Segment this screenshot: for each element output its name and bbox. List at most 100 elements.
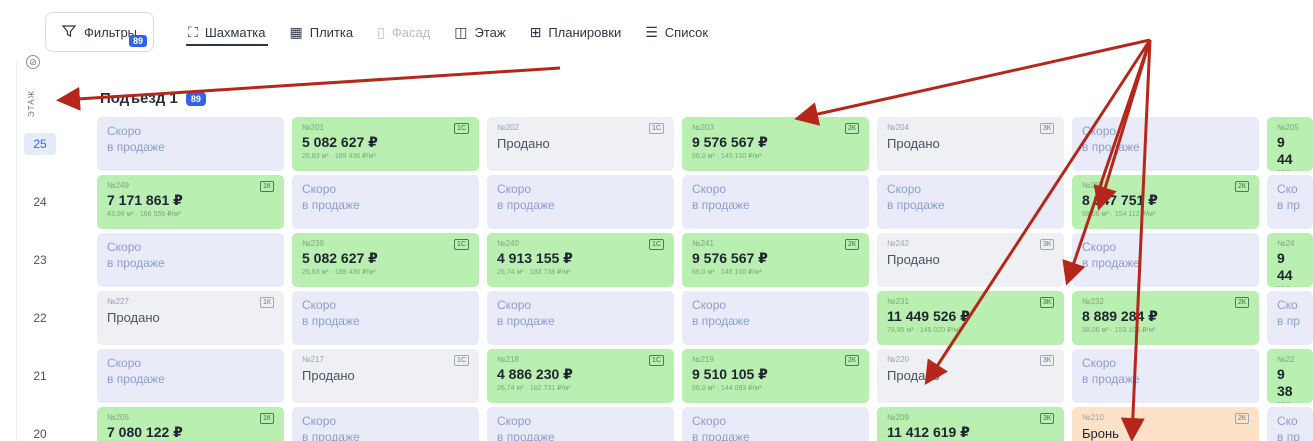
compass-icon[interactable]: ⊘ xyxy=(26,55,40,69)
apartment-cell[interactable]: №24 9 44 57,8 м xyxy=(1267,233,1313,287)
apartment-meta: 78,95 м² · 145 020 ₽/м² xyxy=(887,327,961,334)
apartment-cell[interactable]: №218 1С 4 886 230 ₽ 26,74 м² · 182 731 ₽/м² xyxy=(487,349,674,403)
apartment-cell[interactable]: Скоро в продаже xyxy=(487,407,674,441)
apartment-number: №254 xyxy=(1082,181,1104,190)
apartment-price: 9 44 xyxy=(1277,134,1293,167)
apartment-status: Продано xyxy=(887,368,940,383)
tab-label: Список xyxy=(664,24,709,40)
apartment-meta: 26,83 м² · 189 436 ₽/м² xyxy=(302,269,376,276)
apartment-cell[interactable]: №242 3К Продано xyxy=(877,233,1064,287)
apartment-cell[interactable]: №220 3К Продано xyxy=(877,349,1064,403)
apartment-cell[interactable]: Скоро в продаже xyxy=(1072,117,1259,171)
tab-facade: ▯ Фасад xyxy=(365,12,442,52)
soon-status-sub: в продаже xyxy=(302,314,360,328)
apartment-cell[interactable]: Скоро в продаже xyxy=(682,175,869,229)
apartment-type-badge: 2К xyxy=(845,123,859,134)
apartment-cell[interactable]: Скоро в продаже xyxy=(682,407,869,441)
filters-button[interactable]: Фильтры 89 xyxy=(45,12,155,52)
apartment-cell[interactable]: Скоро в продаже xyxy=(877,175,1064,229)
apartment-cell[interactable]: №219 2К 9 510 105 ₽ 66,0 м² · 144 093 ₽/м² xyxy=(682,349,869,403)
apartment-price: 5 082 627 ₽ xyxy=(302,250,378,266)
apartment-cell[interactable]: №203 2К 9 576 567 ₽ 66,0 м² · 145 100 ₽/м² xyxy=(682,117,869,171)
apartment-number: №249 xyxy=(107,181,129,190)
tab-label: Этаж xyxy=(474,24,506,40)
tab-chess[interactable]: ⛶ Шахматка xyxy=(176,12,278,52)
apartment-cell[interactable]: №231 3К 11 449 526 ₽ 78,95 м² · 145 020 ₽/м… xyxy=(877,291,1064,345)
apartment-number: №209 xyxy=(887,413,909,422)
apartment-number: №231 xyxy=(887,297,909,306)
apartment-cell[interactable]: №22 9 38 57,8 м xyxy=(1267,349,1313,403)
apartment-number: №239 xyxy=(302,239,324,248)
apartment-number: №204 xyxy=(887,123,909,132)
tiles-icon: ▦ xyxy=(289,23,303,40)
apartment-price: 7 171 861 ₽ xyxy=(107,192,183,208)
apartment-type-badge: 3К xyxy=(1040,239,1054,250)
apartment-cell[interactable]: №240 1С 4 913 155 ₽ 26,74 м² · 183 738 ₽/м² xyxy=(487,233,674,287)
apartment-cell[interactable]: Скоро в продаже xyxy=(97,233,284,287)
apartment-cell[interactable]: №202 1С Продано xyxy=(487,117,674,171)
soon-status: Скоро xyxy=(302,298,337,312)
apartment-cell[interactable]: №232 2К 8 889 284 ₽ 58,06 м² · 153 105 ₽/м² xyxy=(1072,291,1259,345)
apartment-type-badge: 1С xyxy=(454,355,469,366)
soon-status: Скоро xyxy=(497,414,532,428)
apartment-cell[interactable]: Ско в пр xyxy=(1267,407,1313,441)
soon-status-sub: в продаже xyxy=(1082,372,1140,386)
apartment-meta: 57,8 м xyxy=(1277,169,1303,171)
apartment-cell[interactable]: Скоро в продаже xyxy=(487,291,674,345)
apartment-number: №205 xyxy=(107,413,129,422)
tab-layouts[interactable]: ⊞ Планировки xyxy=(518,12,634,52)
apartment-cell[interactable]: №209 3К 11 412 619 ₽ xyxy=(877,407,1064,441)
apartment-cell[interactable]: №241 2К 9 576 567 ₽ 66,0 м² · 145 100 ₽/м² xyxy=(682,233,869,287)
apartment-cell[interactable]: №205 9 44 57,8 м xyxy=(1267,117,1313,171)
soon-status: Скоро xyxy=(107,356,142,370)
apartment-cell[interactable]: №205 1К 7 080 122 ₽ xyxy=(97,407,284,441)
soon-status: Ско xyxy=(1277,298,1298,312)
apartment-cell[interactable]: Скоро в продаже xyxy=(292,407,479,441)
apartment-cell[interactable]: Скоро в продаже xyxy=(292,291,479,345)
apartment-cell[interactable]: №227 1К Продано xyxy=(97,291,284,345)
apartment-price: 9 44 xyxy=(1277,250,1293,283)
apartment-cell[interactable]: Ско в пр xyxy=(1267,291,1313,345)
apartment-number: №227 xyxy=(107,297,129,306)
apartment-cell[interactable]: Ско в пр xyxy=(1267,175,1313,229)
soon-status: Ско xyxy=(1277,414,1298,428)
apartment-cell[interactable]: №254 2К 8 947 751 ₽ 58,06 м² · 154 112 ₽/м² xyxy=(1072,175,1259,229)
arrow-to-apartment-203 xyxy=(794,38,1151,126)
apartment-type-badge: 3К xyxy=(1040,355,1054,366)
apartment-cell[interactable]: №217 1С Продано xyxy=(292,349,479,403)
apartment-cell[interactable]: Скоро в продаже xyxy=(1072,349,1259,403)
apartment-cell[interactable]: Скоро в продаже xyxy=(97,117,284,171)
apartment-price: 9 38 xyxy=(1277,366,1293,399)
apartment-meta: 57,8 м xyxy=(1277,285,1303,287)
tab-tiles[interactable]: ▦ Плитка xyxy=(278,12,366,52)
tab-list[interactable]: ☰ Список xyxy=(633,12,720,52)
apartment-cell[interactable]: №204 3К Продано xyxy=(877,117,1064,171)
apartment-cell[interactable]: Скоро в продаже xyxy=(292,175,479,229)
apartment-cell[interactable]: Скоро в продаже xyxy=(1072,233,1259,287)
layouts-icon: ⊞ xyxy=(529,23,542,40)
soon-status: Скоро xyxy=(107,124,142,138)
apartment-cell[interactable]: Скоро в продаже xyxy=(97,349,284,403)
apartment-number: №24 xyxy=(1277,239,1295,248)
soon-status-sub: в продаже xyxy=(302,198,360,212)
apartment-price: 7 080 122 ₽ xyxy=(107,424,183,440)
apartment-number: №242 xyxy=(887,239,909,248)
apartment-cell[interactable]: №249 1К 7 171 861 ₽ 43,06 м² · 166 555 ₽/м² xyxy=(97,175,284,229)
apartment-type-badge: 1С xyxy=(649,123,664,134)
floor-number: 25 xyxy=(24,133,56,155)
apartment-cell[interactable]: №210 2К Бронь xyxy=(1072,407,1259,441)
apartment-number: №241 xyxy=(692,239,714,248)
apartment-number: №202 xyxy=(497,123,519,132)
apartment-cell[interactable]: Скоро в продаже xyxy=(487,175,674,229)
apartment-cell[interactable]: №201 1С 5 082 627 ₽ 26,83 м² · 189 436 ₽/м² xyxy=(292,117,479,171)
soon-status-sub: в продаже xyxy=(887,198,945,212)
apartment-type-badge: 2К xyxy=(845,355,859,366)
soon-status: Скоро xyxy=(692,182,727,196)
floor-icon: ◫ xyxy=(454,23,468,40)
apartment-status: Продано xyxy=(107,310,160,325)
tab-floor[interactable]: ◫ Этаж xyxy=(442,12,517,52)
apartment-cell[interactable]: №239 1С 5 082 627 ₽ 26,83 м² · 189 436 ₽/м² xyxy=(292,233,479,287)
apartment-type-badge: 2К xyxy=(1235,297,1249,308)
floor-number: 21 xyxy=(33,369,47,383)
apartment-cell[interactable]: Скоро в продаже xyxy=(682,291,869,345)
